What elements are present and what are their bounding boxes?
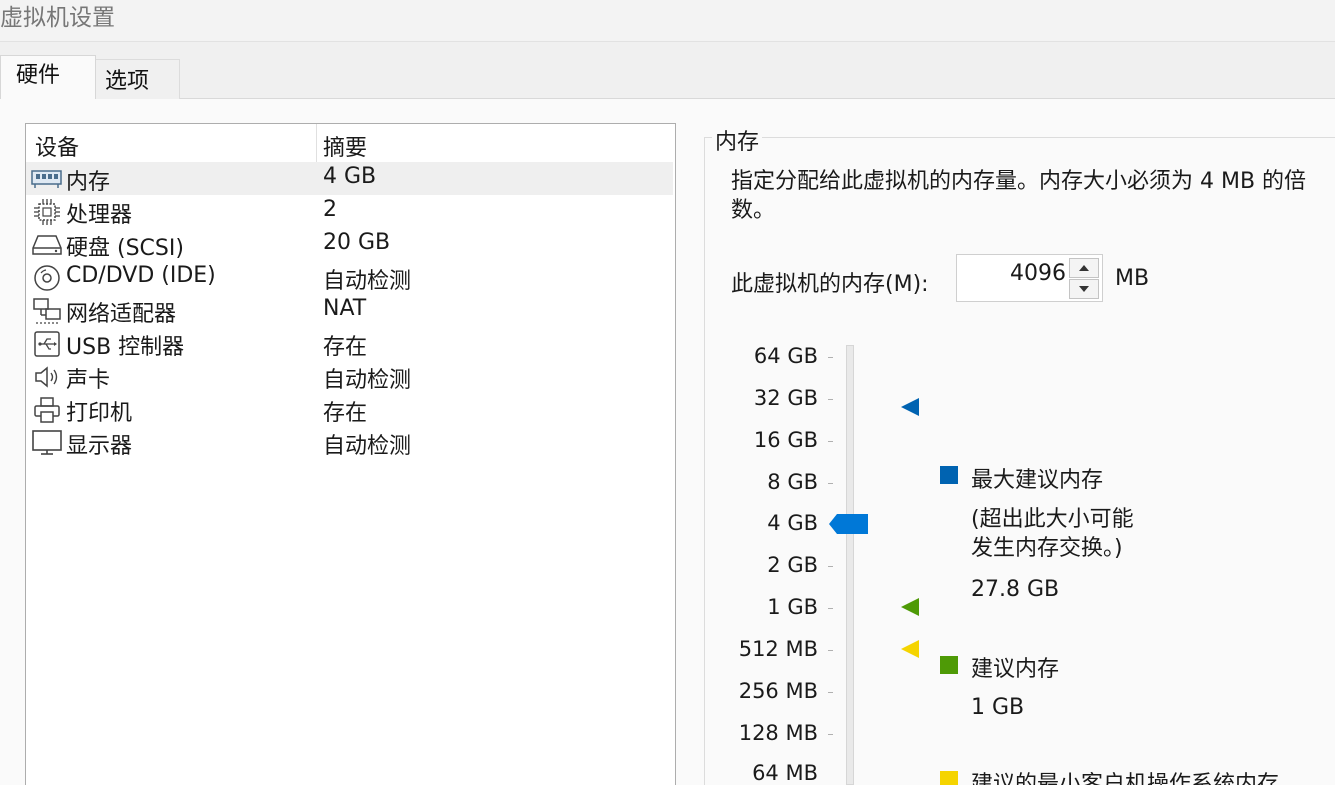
device-summary: 4 GB [323, 164, 377, 189]
memory-slider-track[interactable] [846, 345, 854, 785]
tab-strip: 选项 硬件 [0, 42, 1335, 100]
scale-label: 256 MB [738, 679, 818, 703]
scale-label: 16 GB [753, 428, 818, 452]
scale-label: 4 GB [767, 511, 818, 535]
processor-icon [31, 198, 62, 225]
device-summary: 20 GB [323, 230, 391, 255]
usb-icon [31, 330, 62, 357]
window-title: 虚拟机设置 [0, 5, 115, 31]
device-row-memory[interactable]: 内存 4 GB [26, 162, 673, 195]
device-row-network-adapter[interactable]: 网络适配器 NAT [26, 294, 673, 327]
min-recommended-title: 建议的最小客户机操作系统内存 [971, 772, 1280, 785]
device-name: 硬盘 (SCSI) [66, 236, 184, 261]
device-name: 处理器 [66, 203, 133, 228]
memory-unit: MB [1115, 266, 1150, 291]
device-row-cd-dvd[interactable]: CD/DVD (IDE) 自动检测 [26, 261, 673, 294]
memory-icon [31, 165, 62, 192]
tab-options[interactable]: 选项 [95, 59, 180, 99]
memory-spinbox[interactable]: 4096 [956, 254, 1103, 302]
scale-label: 64 MB [752, 761, 818, 785]
scale-tick [828, 692, 833, 693]
scale-label: 128 MB [738, 721, 818, 745]
network-adapter-icon [31, 297, 62, 324]
device-row-hard-disk[interactable]: 硬盘 (SCSI) 20 GB [26, 228, 673, 261]
cd-dvd-icon [31, 264, 62, 291]
device-name: CD/DVD (IDE) [66, 263, 216, 288]
scale-tick [828, 650, 833, 651]
increment-button[interactable] [1069, 258, 1099, 278]
device-name: 显示器 [66, 434, 133, 459]
recommended-swatch [940, 656, 958, 674]
memory-description: 指定分配给此虚拟机的内存量。内存大小必须为 4 MB 的倍数。 [731, 169, 1307, 223]
scale-tick [828, 734, 833, 735]
tab-hardware[interactable]: 硬件 [0, 55, 96, 100]
scale-label: 2 GB [767, 553, 818, 577]
memory-value-input[interactable]: 4096 [1010, 261, 1066, 286]
min-recommended-swatch [940, 771, 958, 785]
device-list-header: 设备 摘要 [26, 124, 675, 162]
device-row-usb-controller[interactable]: USB 控制器 存在 [26, 327, 673, 360]
column-header-summary[interactable]: 摘要 [323, 130, 367, 162]
scale-label: 64 GB [753, 344, 818, 368]
max-recommended-marker-icon [901, 398, 919, 416]
column-separator[interactable] [316, 124, 317, 162]
memory-group-title: 内存 [712, 124, 763, 156]
device-name: 网络适配器 [66, 302, 177, 327]
sound-card-icon [31, 363, 62, 390]
device-summary: 自动检测 [323, 269, 412, 294]
scale-tick [828, 357, 833, 358]
max-recommended-value: 27.8 GB [971, 577, 1060, 602]
printer-icon [31, 396, 62, 423]
device-list[interactable]: 设备 摘要 内存 4 GB 处理器 2 硬盘 (SCSI) 20 GB CD/D… [25, 123, 676, 785]
device-summary: 存在 [323, 335, 368, 360]
scale-label: 512 MB [738, 637, 818, 661]
max-recommended-swatch [940, 466, 958, 484]
recommended-marker-icon [901, 598, 919, 616]
device-summary: NAT [323, 296, 367, 321]
memory-slider-thumb[interactable] [829, 513, 869, 541]
scale-tick [828, 566, 833, 567]
scale-tick [828, 441, 833, 442]
device-summary: 2 [323, 197, 337, 222]
device-name: USB 控制器 [66, 335, 185, 360]
arrow-down-icon [1079, 286, 1089, 292]
device-row-printer[interactable]: 打印机 存在 [26, 393, 673, 426]
recommended-title: 建议内存 [971, 657, 1060, 682]
max-recommended-note: (超出此大小可能 发生内存交换。) [971, 507, 1134, 561]
device-row-sound-card[interactable]: 声卡 自动检测 [26, 360, 673, 393]
column-header-device[interactable]: 设备 [35, 130, 79, 162]
device-summary: 存在 [323, 401, 368, 426]
display-icon [31, 429, 62, 456]
scale-tick [828, 483, 833, 484]
recommended-value: 1 GB [971, 695, 1025, 720]
arrow-up-icon [1079, 265, 1089, 271]
device-row-processor[interactable]: 处理器 2 [26, 195, 673, 228]
device-row-display[interactable]: 显示器 自动检测 [26, 426, 673, 459]
memory-field-label: 此虚拟机的内存(M): [731, 272, 929, 297]
scale-tick [828, 399, 833, 400]
hard-disk-icon [31, 231, 62, 258]
decrement-button[interactable] [1069, 279, 1099, 299]
device-summary: 自动检测 [323, 434, 412, 459]
scale-label: 32 GB [753, 386, 818, 410]
device-name: 声卡 [66, 368, 111, 393]
scale-tick [828, 608, 833, 609]
title-bar: 虚拟机设置 [0, 0, 1335, 42]
scale-label: 8 GB [767, 470, 818, 494]
scale-label: 1 GB [767, 595, 818, 619]
device-name: 内存 [66, 170, 111, 195]
device-summary: 自动检测 [323, 368, 412, 393]
min-recommended-marker-icon [901, 640, 919, 658]
max-recommended-title: 最大建议内存 [971, 468, 1104, 493]
device-name: 打印机 [66, 401, 133, 426]
